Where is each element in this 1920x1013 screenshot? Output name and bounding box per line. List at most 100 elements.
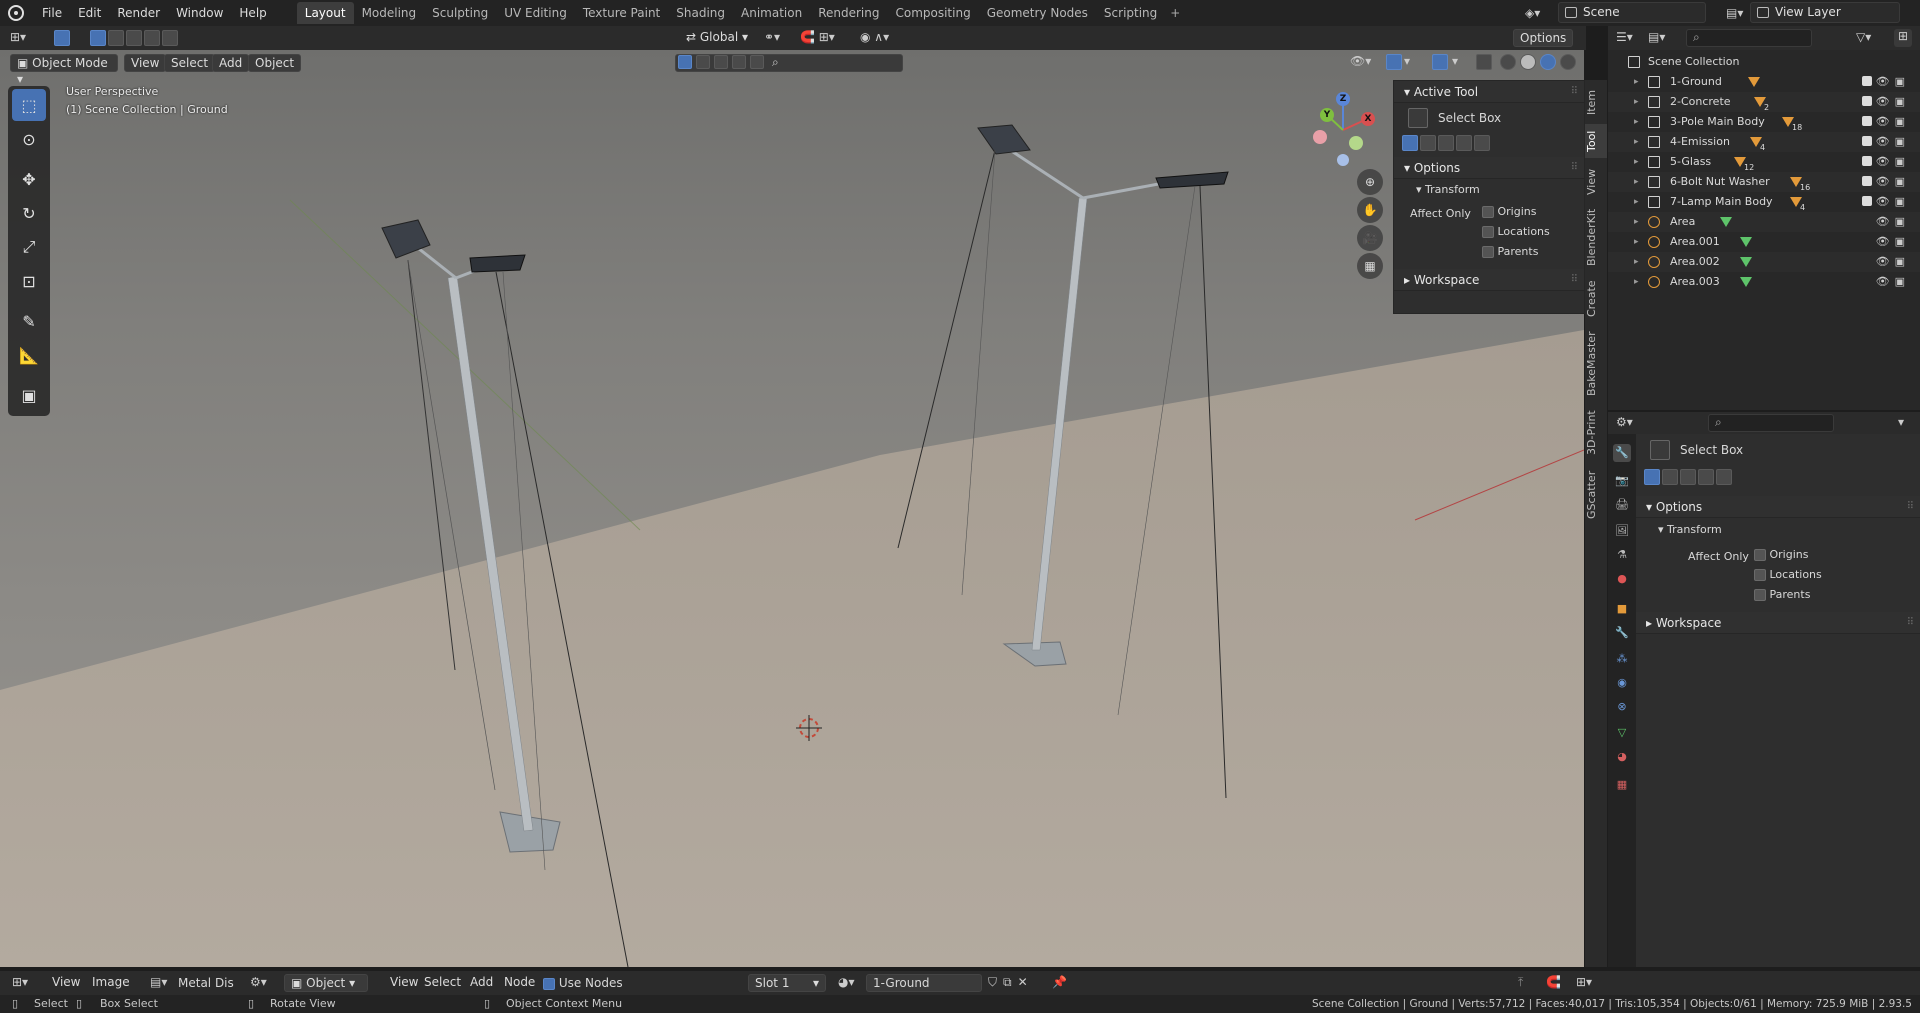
expand-arrow-icon[interactable]: ▸ (1634, 92, 1639, 112)
rotate-tool-icon[interactable]: ↻ (12, 197, 46, 229)
filter-sphere-icon[interactable] (714, 55, 728, 69)
overlay-toggle-icon[interactable] (1432, 54, 1448, 70)
data-tab-icon[interactable]: ▽ (1613, 724, 1631, 742)
props-locations-checkbox[interactable]: Locations (1754, 568, 1822, 581)
new-collection-icon[interactable]: ⊞ (1894, 29, 1912, 47)
properties-dropdown-icon[interactable]: ▾ (1898, 415, 1904, 429)
props-options-section[interactable]: ▾ Options ⠿ (1636, 496, 1920, 518)
tab-animation[interactable]: Animation (733, 2, 810, 24)
shader-editor-icon[interactable]: ⊞▾ (12, 975, 28, 989)
object-tab-icon[interactable]: ■ (1613, 600, 1631, 618)
material-browse-icon[interactable]: ◕▾ (838, 975, 855, 989)
visibility-toggle-icon[interactable]: 👁▣ (1876, 112, 1910, 132)
tab-3d-print[interactable]: 3D-Print (1585, 406, 1607, 460)
workspace-section[interactable]: ▸ Workspace ⠿ (1394, 269, 1584, 291)
outliner-row[interactable]: ▸ Area.002 👁▣ (1608, 252, 1920, 272)
pin-icon[interactable]: 📌 (1052, 975, 1067, 989)
tab-texture-paint[interactable]: Texture Paint (575, 2, 668, 24)
proportional-edit-icon[interactable]: ◉ ∧▾ (860, 30, 889, 44)
expand-arrow-icon[interactable]: ▸ (1634, 172, 1639, 192)
menu-select-2[interactable]: Select (418, 974, 467, 992)
filter-world-icon[interactable] (732, 55, 746, 69)
gizmo-dropdown-icon[interactable]: ▾ (1404, 54, 1410, 68)
grip-icon[interactable]: ⠿ (1571, 81, 1578, 103)
exclude-checkbox[interactable] (1862, 176, 1872, 186)
menu-view[interactable]: View (46, 974, 86, 992)
visibility-toggle-icon[interactable]: 👁▣ (1876, 252, 1910, 272)
modifier-tab-icon[interactable]: 🔧 (1613, 624, 1631, 642)
texture-tab-icon[interactable]: ▦ (1613, 776, 1631, 794)
material-dropdown[interactable]: Metal Dis (178, 974, 236, 992)
mesh-data-icon[interactable] (1748, 77, 1760, 87)
outliner-editor-icon[interactable]: ☰▾ (1616, 30, 1633, 44)
expand-arrow-icon[interactable]: ▸ (1634, 152, 1639, 172)
tab-item[interactable]: Item (1585, 84, 1607, 120)
overlay-dropdown-icon[interactable]: ▾ (1452, 54, 1458, 68)
snap-target-icon[interactable]: ⊞▾ (1576, 975, 1592, 989)
menu-file[interactable]: File (34, 2, 70, 24)
view-layer-selector[interactable]: View Layer (1750, 2, 1900, 23)
expand-arrow-icon[interactable]: ▸ (1634, 72, 1639, 92)
outliner-row[interactable]: ▸ Area.001 👁▣ (1608, 232, 1920, 252)
outliner-row[interactable]: ▸ Area.003 👁▣ (1608, 272, 1920, 292)
grip-icon[interactable]: ⠿ (1571, 269, 1578, 291)
visibility-toggle-icon[interactable]: 👁▣ (1876, 92, 1910, 112)
locations-checkbox[interactable]: Locations (1482, 225, 1550, 238)
select-subtract-icon[interactable] (126, 30, 142, 46)
mode-subtract-icon[interactable] (1680, 469, 1696, 485)
expand-arrow-icon[interactable]: ▸ (1634, 212, 1639, 232)
slot-dropdown[interactable]: Slot 1 ▾ (748, 974, 826, 992)
menu-window[interactable]: Window (168, 2, 231, 24)
tab-uv-editing[interactable]: UV Editing (496, 2, 575, 24)
exclude-checkbox[interactable] (1862, 156, 1872, 166)
props-transform-subsection[interactable]: ▾ Transform (1636, 518, 1920, 542)
wireframe-shading-icon[interactable] (1500, 54, 1516, 70)
select-extend-icon[interactable] (108, 30, 124, 46)
grip-icon[interactable]: ⠿ (1571, 157, 1578, 179)
tool-tab-icon[interactable]: 🔧 (1613, 444, 1631, 462)
select-intersect-icon[interactable] (162, 30, 178, 46)
outliner-row[interactable]: ▸ 5-Glass 12 👁▣ (1608, 152, 1920, 172)
select-new-icon[interactable] (90, 30, 106, 46)
outliner-row[interactable]: ▸ 6-Bolt Nut Washer 16 👁▣ (1608, 172, 1920, 192)
xray-icon[interactable] (1476, 54, 1492, 70)
mode-new-icon[interactable] (1644, 469, 1660, 485)
transform-orientation-dropdown[interactable]: ⇄ Global ▾ (680, 29, 754, 47)
particles-tab-icon[interactable]: ⁂ (1613, 650, 1631, 668)
gizmo-neg-y-axis[interactable] (1349, 136, 1363, 150)
material-actions-icons[interactable]: ⛉⧉✕ (988, 975, 1034, 990)
object-dropdown[interactable]: ▣ Object ▾ (284, 974, 368, 992)
mode-dropdown[interactable]: ▣ Object Mode ▾ (10, 54, 118, 86)
visibility-toggle-icon[interactable]: 👁▣ (1876, 152, 1910, 172)
material-tab-icon[interactable]: ◕ (1613, 748, 1631, 766)
add-workspace-icon[interactable]: + (1165, 2, 1185, 24)
gizmo-neg-z-axis[interactable] (1337, 154, 1349, 166)
tab-create[interactable]: Create (1585, 276, 1607, 322)
mode-new-icon[interactable] (1402, 135, 1418, 151)
rendered-shading-icon[interactable] (1560, 54, 1576, 70)
props-parents-checkbox[interactable]: Parents (1754, 588, 1810, 601)
mode-extend-icon[interactable] (1662, 469, 1678, 485)
material-name-field[interactable]: 1-Ground (866, 974, 982, 992)
properties-search-input[interactable]: ⌕ (1708, 414, 1834, 432)
origins-checkbox[interactable]: Origins (1482, 205, 1536, 218)
tab-rendering[interactable]: Rendering (810, 2, 887, 24)
scene-type-icon[interactable]: ◈▾ (1525, 3, 1555, 23)
move-tool-icon[interactable]: ✥ (12, 163, 46, 195)
scale-tool-icon[interactable]: ⤢ (12, 231, 46, 263)
tab-tool[interactable]: Tool (1585, 124, 1607, 158)
outliner-row[interactable]: ▸ 3-Pole Main Body 18 👁▣ (1608, 112, 1920, 132)
filter-material-icon[interactable] (696, 55, 710, 69)
tab-sculpting[interactable]: Sculpting (424, 2, 496, 24)
parents-checkbox[interactable]: Parents (1482, 245, 1538, 258)
options-button[interactable]: Options ▾ (1513, 29, 1573, 61)
exclude-checkbox[interactable] (1862, 116, 1872, 126)
menu-select[interactable]: Select (164, 54, 216, 72)
tab-modeling[interactable]: Modeling (354, 2, 425, 24)
menu-image[interactable]: Image (86, 974, 136, 992)
visibility-toggle-icon[interactable]: 👁▣ (1876, 232, 1910, 252)
blender-logo-icon[interactable] (8, 5, 24, 21)
constraints-tab-icon[interactable]: ⊗ (1613, 698, 1631, 716)
tab-scripting[interactable]: Scripting (1096, 2, 1165, 24)
tab-layout[interactable]: Layout (296, 2, 354, 24)
